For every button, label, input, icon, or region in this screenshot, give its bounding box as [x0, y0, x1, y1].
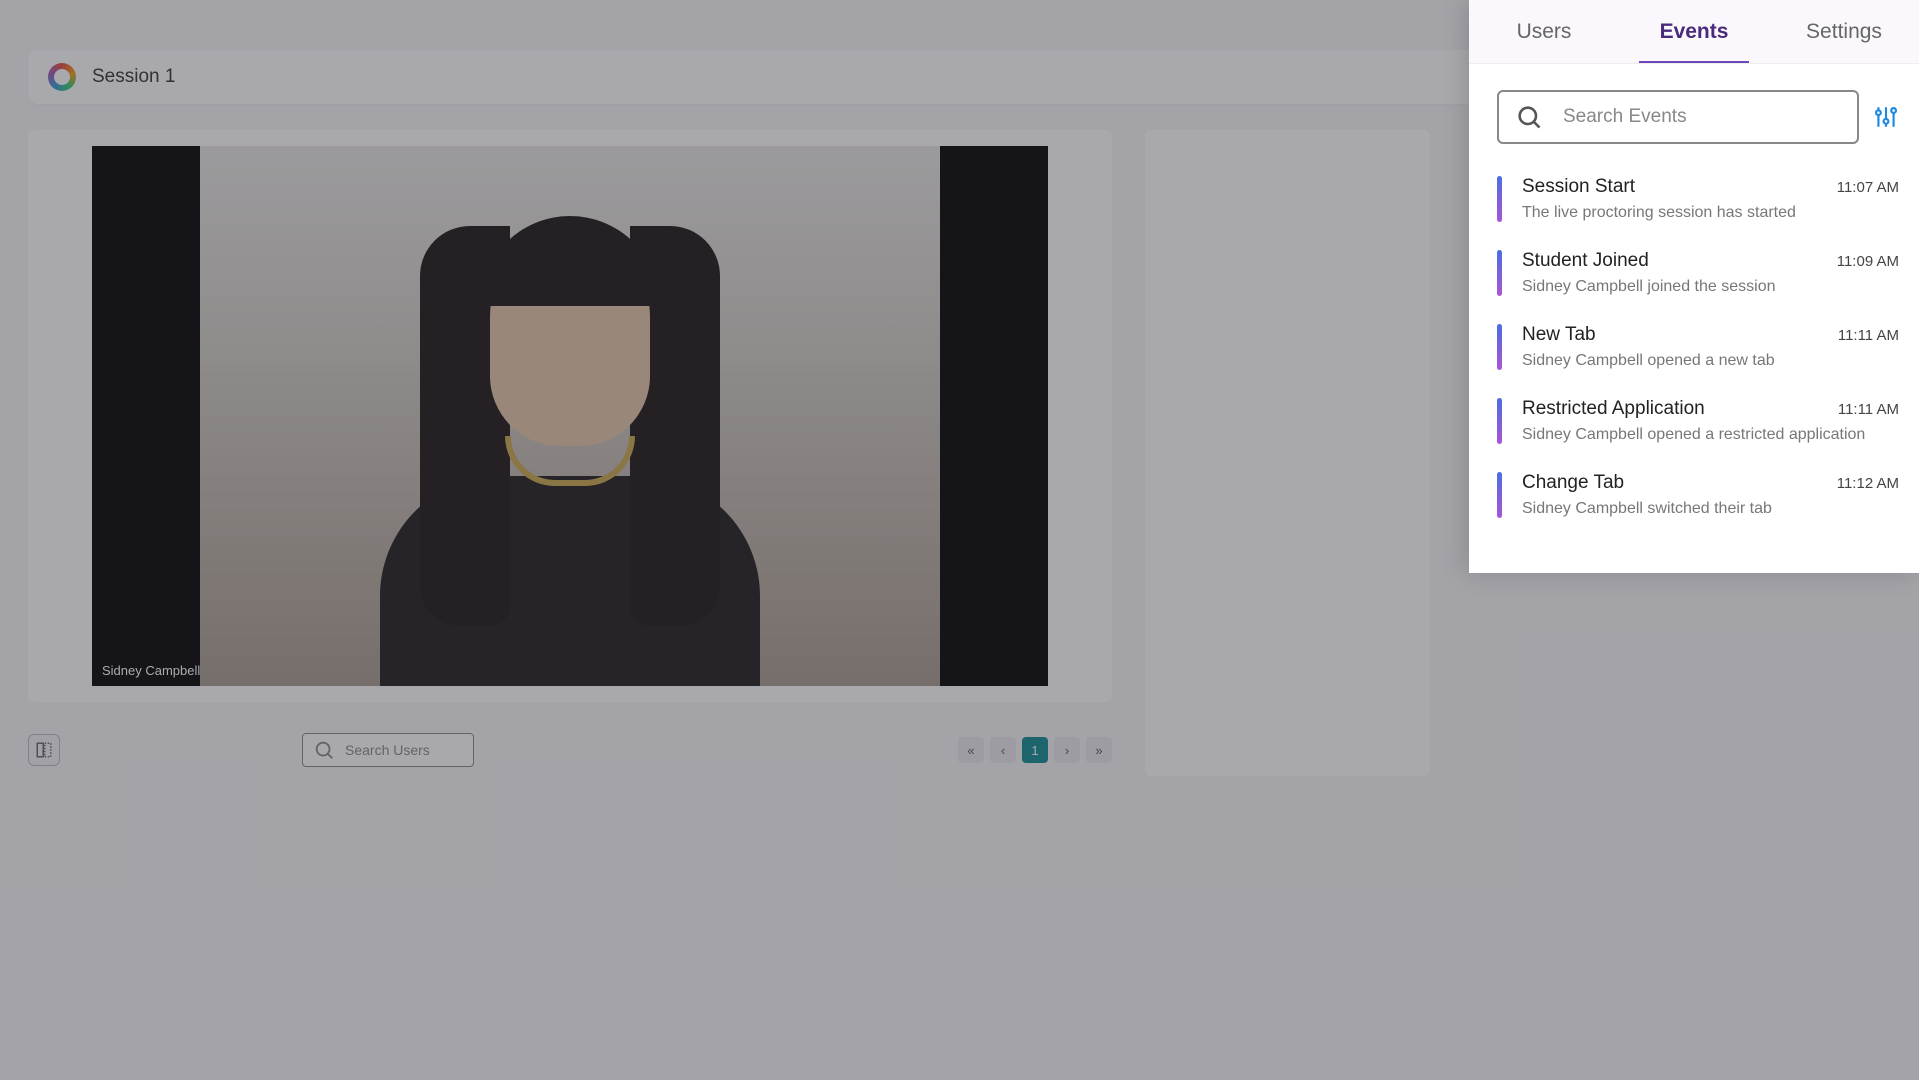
- event-time: 11:11 AM: [1838, 401, 1899, 418]
- tab-events[interactable]: Events: [1619, 0, 1769, 63]
- search-events-container[interactable]: [1497, 90, 1859, 144]
- event-description: Sidney Campbell opened a restricted appl…: [1522, 426, 1899, 444]
- event-item[interactable]: Restricted Application 11:11 AM Sidney C…: [1497, 384, 1899, 458]
- event-description: Sidney Campbell switched their tab: [1522, 500, 1899, 518]
- event-time: 11:12 AM: [1837, 475, 1899, 492]
- events-list: Session Start 11:07 AM The live proctori…: [1469, 162, 1919, 532]
- event-time: 11:07 AM: [1837, 179, 1899, 196]
- event-title: Student Joined: [1522, 250, 1649, 272]
- panel-search-row: [1469, 64, 1919, 162]
- event-title: New Tab: [1522, 324, 1596, 346]
- search-events-input[interactable]: [1563, 106, 1841, 128]
- event-description: Sidney Campbell opened a new tab: [1522, 352, 1899, 370]
- event-title: Change Tab: [1522, 472, 1624, 494]
- event-time: 11:09 AM: [1837, 253, 1899, 270]
- filter-sliders-icon[interactable]: [1873, 104, 1899, 130]
- tab-settings[interactable]: Settings: [1769, 0, 1919, 63]
- event-item[interactable]: Change Tab 11:12 AM Sidney Campbell swit…: [1497, 458, 1899, 532]
- event-item[interactable]: New Tab 11:11 AM Sidney Campbell opened …: [1497, 310, 1899, 384]
- event-accent-bar: [1497, 472, 1502, 518]
- event-time: 11:11 AM: [1838, 327, 1899, 344]
- search-icon: [1515, 103, 1543, 131]
- events-panel: Users Events Settings Session Start 11:0…: [1469, 0, 1919, 573]
- event-item[interactable]: Student Joined 11:09 AM Sidney Campbell …: [1497, 236, 1899, 310]
- event-description: Sidney Campbell joined the session: [1522, 278, 1899, 296]
- event-accent-bar: [1497, 398, 1502, 444]
- panel-tabs: Users Events Settings: [1469, 0, 1919, 64]
- event-accent-bar: [1497, 324, 1502, 370]
- event-title: Restricted Application: [1522, 398, 1705, 420]
- event-title: Session Start: [1522, 176, 1635, 198]
- event-accent-bar: [1497, 250, 1502, 296]
- event-accent-bar: [1497, 176, 1502, 222]
- event-item[interactable]: Session Start 11:07 AM The live proctori…: [1497, 162, 1899, 236]
- event-description: The live proctoring session has started: [1522, 204, 1899, 222]
- tab-users[interactable]: Users: [1469, 0, 1619, 63]
